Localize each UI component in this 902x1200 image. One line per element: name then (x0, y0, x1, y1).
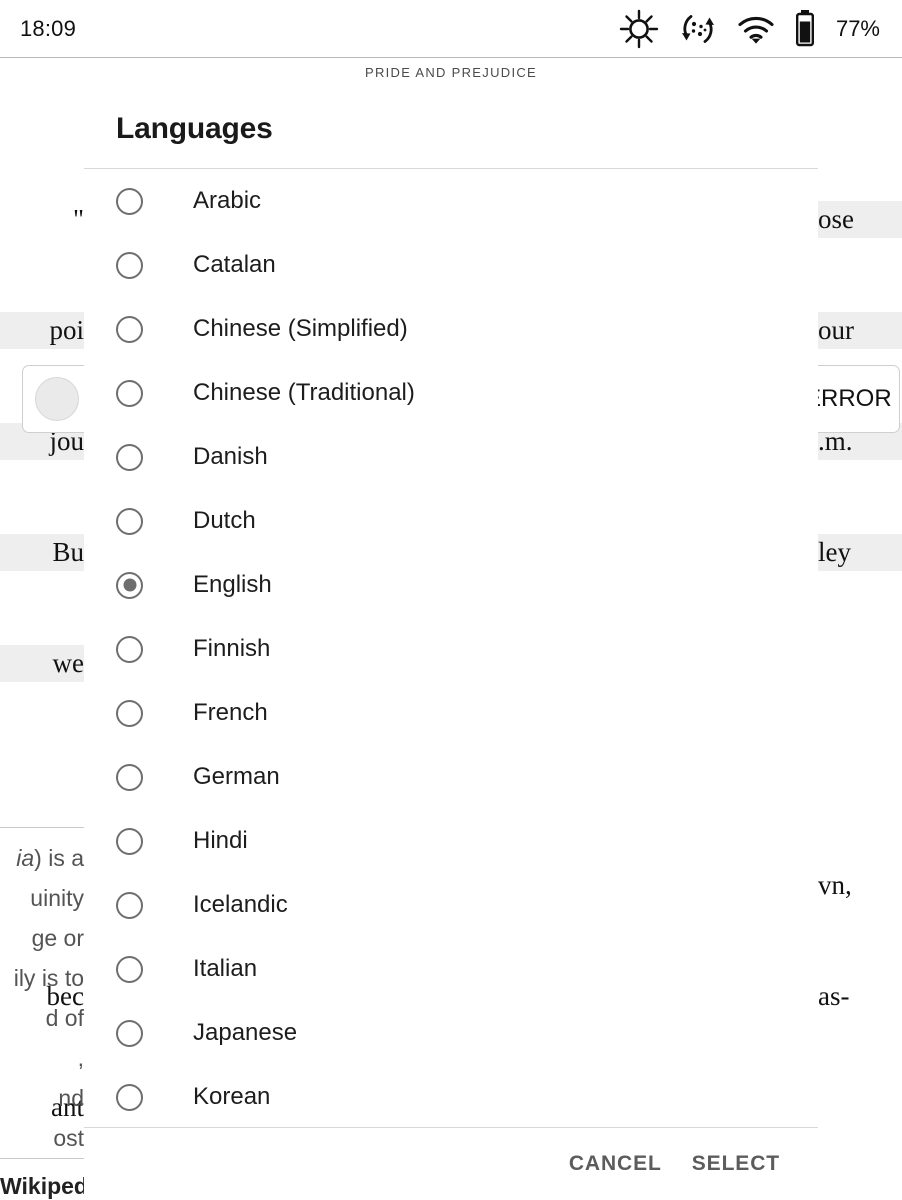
languages-dialog: Languages Arabic Catalan Chinese (Simplifi… (84, 87, 818, 1200)
language-option[interactable]: German (84, 745, 818, 809)
status-bar: 18:09 77% (0, 0, 902, 57)
lookup-text: ia) is a uinity ge or ily is to d of , n… (13, 845, 84, 1151)
cancel-button[interactable]: CANCEL (565, 1144, 666, 1184)
reader-line (818, 645, 902, 682)
language-option-label: Chinese (Simplified) (193, 315, 408, 342)
language-option-label: Korean (193, 1083, 271, 1110)
reader-line: Bu (0, 534, 84, 571)
language-option-label: Finnish (193, 635, 271, 662)
language-option[interactable]: Catalan (84, 233, 818, 297)
reader-line (818, 1089, 902, 1126)
refresh-icon[interactable] (677, 8, 719, 50)
reader-line (818, 756, 902, 793)
battery-icon[interactable] (793, 8, 817, 50)
radio-unselected-icon[interactable] (116, 379, 143, 407)
language-option-label: Hindi (193, 827, 248, 854)
language-option-label: Arabic (193, 187, 262, 214)
radio-unselected-icon[interactable] (116, 635, 143, 663)
radio-unselected-icon[interactable] (116, 955, 143, 983)
language-option[interactable]: Dutch (84, 489, 818, 553)
screen: 18:09 77% PRIDE AND PREJUDICE " poi jou … (0, 0, 902, 1200)
language-option-label: Italian (193, 955, 258, 982)
dialog-title: Languages (116, 112, 273, 145)
language-option[interactable]: Icelandic (84, 873, 818, 937)
error-card-label: ERROR (805, 385, 892, 412)
radio-unselected-icon[interactable] (116, 507, 143, 535)
reader-line: we (0, 645, 84, 682)
language-option-label: German (193, 763, 280, 790)
radio-unselected-icon[interactable] (116, 443, 143, 471)
select-button[interactable]: SELECT (688, 1144, 784, 1184)
status-indicators: 77% (618, 8, 880, 50)
language-option[interactable]: Hindi (84, 809, 818, 873)
language-option[interactable]: Arabic (84, 169, 818, 233)
language-option[interactable]: Italian (84, 937, 818, 1001)
reader-line: our (818, 312, 902, 349)
lookup-source: Wikiped (0, 1173, 84, 1199)
reader-line: poi (0, 312, 84, 349)
radio-unselected-icon[interactable] (116, 827, 143, 855)
radio-selected-icon[interactable] (116, 571, 143, 599)
wifi-icon[interactable] (736, 9, 776, 49)
radio-unselected-icon[interactable] (116, 891, 143, 919)
language-option-label: Dutch (193, 507, 256, 534)
reader-line (0, 756, 84, 793)
radio-unselected-icon[interactable] (116, 187, 143, 215)
language-option[interactable]: Japanese (84, 1001, 818, 1065)
error-circle-icon (35, 377, 79, 421)
book-header: PRIDE AND PREJUDICE (0, 57, 902, 87)
languages-list[interactable]: Arabic Catalan Chinese (Simplified) Chinese… (84, 169, 818, 1127)
language-option[interactable]: Finnish (84, 617, 818, 681)
reader-line: as- (818, 981, 850, 1011)
language-option-label: English (193, 571, 272, 598)
brightness-icon[interactable] (618, 8, 660, 50)
language-option-label: Danish (193, 443, 268, 470)
radio-unselected-icon[interactable] (116, 1019, 143, 1047)
reader-line: ose (818, 201, 902, 238)
language-option[interactable]: Korean (84, 1065, 818, 1127)
language-option-label: French (193, 699, 268, 726)
language-option-label: Japanese (193, 1019, 298, 1046)
reader-line: vn, (818, 870, 852, 900)
reader-line: " (72, 204, 84, 234)
radio-unselected-icon[interactable] (116, 763, 143, 791)
lookup-panel: ia) is a uinity ge or ily is to d of , n… (0, 827, 84, 1200)
status-clock: 18:09 (20, 15, 77, 41)
language-option[interactable]: English (84, 553, 818, 617)
reader-right-column: ose our .m. ley vn, as- in- on ent d I a… (818, 127, 902, 1200)
radio-unselected-icon[interactable] (116, 251, 143, 279)
language-option-label: Icelandic (193, 891, 288, 918)
book-title: PRIDE AND PREJUDICE (364, 65, 538, 80)
language-option-label: Catalan (193, 251, 276, 278)
language-option[interactable]: Chinese (Simplified) (84, 297, 818, 361)
language-option[interactable]: Chinese (Traditional) (84, 361, 818, 425)
radio-unselected-icon[interactable] (116, 1083, 143, 1111)
dialog-actions: CANCEL SELECT (84, 1128, 818, 1200)
reader-line: ley (818, 534, 902, 571)
language-option-label: Chinese (Traditional) (193, 379, 415, 406)
radio-unselected-icon[interactable] (116, 315, 143, 343)
battery-percent: 77% (835, 15, 880, 41)
radio-unselected-icon[interactable] (116, 699, 143, 727)
language-option[interactable]: Danish (84, 425, 818, 489)
language-option[interactable]: French (84, 681, 818, 745)
